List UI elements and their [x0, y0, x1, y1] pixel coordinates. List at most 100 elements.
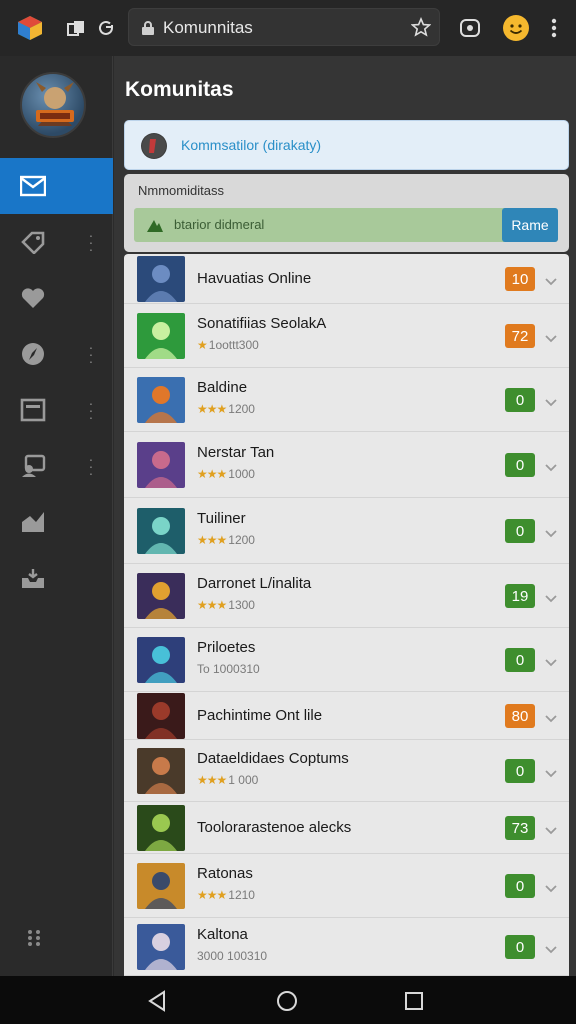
community-thumbnail [137, 508, 185, 554]
rating-stars: ★★★ [197, 773, 227, 787]
rating-stars: ★★★ [197, 467, 227, 481]
sidebar-item-window[interactable]: · · · [0, 382, 113, 438]
community-thumbnail [137, 805, 185, 851]
list-item[interactable]: Havuatias Online 10 [124, 254, 569, 304]
recents-icon[interactable] [404, 991, 424, 1011]
main-content: Komunitas Kommsatilor (dirakaty) Nmmomid… [114, 56, 576, 976]
apps-grid-icon[interactable] [26, 928, 42, 948]
status-badge: 0 [505, 519, 535, 543]
chevron-down-icon[interactable] [544, 655, 558, 667]
community-thumbnail [137, 573, 185, 619]
chevron-down-icon[interactable] [544, 711, 558, 723]
filter-input[interactable]: btarior didmeral [134, 208, 558, 242]
chevron-down-icon[interactable] [544, 460, 558, 472]
tabs-icon[interactable] [64, 16, 88, 40]
list-item[interactable]: Toolorarastenoe alecks 73 [124, 802, 569, 854]
chevron-down-icon[interactable] [544, 881, 558, 893]
community-count: 1 000 [228, 773, 259, 787]
list-item[interactable]: Nerstar Tan ★★★ 1000 0 [124, 432, 569, 498]
list-item[interactable]: Ratonas ★★★ 1210 0 [124, 854, 569, 918]
profile-emoji-icon[interactable] [502, 14, 530, 42]
info-banner[interactable]: Kommsatilor (dirakaty) [124, 120, 569, 170]
rating-stars: ★★★ [197, 533, 227, 547]
community-meta: ★★★ 1300 [197, 598, 255, 612]
rating-stars: ★ [197, 338, 208, 352]
community-thumbnail [137, 748, 185, 794]
lock-icon [142, 21, 154, 35]
community-count: 1oottt300 [208, 338, 259, 352]
back-icon[interactable] [146, 990, 168, 1012]
chevron-down-icon[interactable] [544, 274, 558, 286]
community-title: Baldine [197, 379, 248, 396]
sidebar-item-trends[interactable] [0, 494, 113, 550]
chevron-down-icon[interactable] [544, 331, 558, 343]
community-title: Pachintime Ont lile [197, 707, 323, 724]
status-badge: 73 [505, 816, 535, 840]
community-title: Havuatias Online [197, 270, 312, 287]
status-badge: 0 [505, 388, 535, 412]
address-bar[interactable]: Komunnitas [128, 8, 440, 46]
community-title: Priloetes [197, 639, 256, 656]
status-badge: 72 [505, 324, 535, 348]
community-count: To 1000310 [197, 662, 260, 676]
inbox-icon [22, 569, 44, 588]
app-logo-icon[interactable] [14, 12, 46, 44]
kebab-menu-icon[interactable]: · · · [88, 340, 94, 368]
bookmark-star-icon[interactable] [411, 17, 431, 37]
community-meta: ★ 1oottt300 [197, 338, 259, 352]
community-count: 1200 [228, 533, 255, 547]
home-icon[interactable] [276, 990, 298, 1012]
community-thumbnail [137, 924, 185, 970]
status-badge: 0 [505, 759, 535, 783]
mail-icon [20, 175, 46, 197]
screen-cast-icon[interactable] [458, 16, 482, 40]
kebab-menu-icon[interactable]: · · · [88, 396, 94, 424]
chevron-down-icon[interactable] [544, 942, 558, 954]
community-meta: ★★★ 1200 [197, 402, 255, 416]
community-title: Toolorarastenoe alecks [197, 819, 352, 836]
list-item[interactable]: Priloetes To 1000310 0 [124, 628, 569, 692]
info-text: Kommsatilor (dirakaty) [181, 137, 322, 153]
sidebar-item-messages[interactable]: · · · [0, 438, 113, 494]
community-list: Havuatias Online 10 Sonatifiias SeolakA ★ 1o… [124, 254, 569, 976]
kebab-menu-icon[interactable]: · · · [88, 452, 94, 480]
sidebar-item-mail[interactable] [0, 158, 113, 214]
list-item[interactable]: Baldine ★★★ 1200 0 [124, 368, 569, 432]
filter-text: btarior didmeral [174, 217, 265, 232]
tag-icon [21, 231, 45, 254]
refresh-icon[interactable] [94, 16, 118, 40]
community-title: Nerstar Tan [197, 444, 275, 461]
sidebar-item-explore[interactable]: · · · [0, 326, 113, 382]
chevron-down-icon[interactable] [544, 395, 558, 407]
rating-stars: ★★★ [197, 598, 227, 612]
community-count: 1210 [228, 888, 255, 902]
community-count: 1200 [228, 402, 255, 416]
kebab-menu-icon[interactable]: · · · [88, 228, 94, 256]
list-item[interactable]: Tuiliner ★★★ 1200 0 [124, 498, 569, 564]
community-title: Dataeldidaes Coptums [197, 750, 349, 767]
chevron-down-icon[interactable] [544, 526, 558, 538]
community-thumbnail [137, 377, 185, 423]
community-thumbnail [137, 863, 185, 909]
sidebar-item-tag[interactable]: · · · [0, 214, 113, 270]
community-meta: ★★★ 1210 [197, 888, 255, 902]
sidebar-item-inbox[interactable] [0, 550, 113, 606]
chevron-down-icon[interactable] [544, 591, 558, 603]
sidebar-item-favorites[interactable] [0, 270, 113, 326]
community-meta: ★★★ 1200 [197, 533, 255, 547]
list-item[interactable]: Darronet L/inalita ★★★ 1300 19 [124, 564, 569, 628]
list-item[interactable]: Pachintime Ont lile 80 [124, 692, 569, 740]
list-item[interactable]: Sonatifiias SeolakA ★ 1oottt300 72 [124, 304, 569, 368]
list-item[interactable]: Dataeldidaes Coptums ★★★ 1 000 0 [124, 740, 569, 802]
avatar[interactable] [20, 72, 86, 138]
filter-label: Nmmomiditass [138, 183, 224, 198]
rating-stars: ★★★ [197, 888, 227, 902]
status-badge: 0 [505, 648, 535, 672]
chevron-down-icon[interactable] [544, 766, 558, 778]
more-menu-icon[interactable] [542, 16, 566, 40]
filter-button[interactable]: Rame [502, 208, 558, 242]
community-meta: ★★★ 1000 [197, 467, 255, 481]
chevron-down-icon[interactable] [544, 823, 558, 835]
browser-toolbar: Komunnitas [0, 0, 576, 56]
list-item[interactable]: Kaltona 3000 100310 0 [124, 918, 569, 976]
